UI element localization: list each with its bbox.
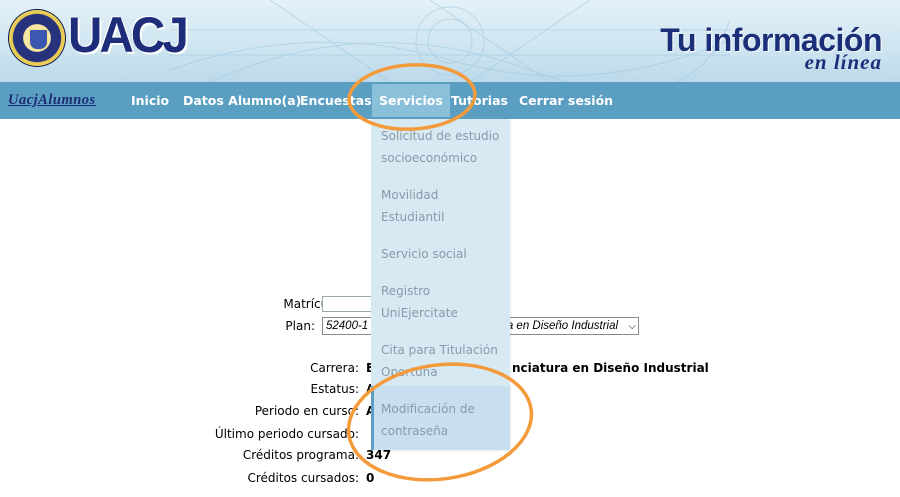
creditos-programa-label: Créditos programa: (242, 448, 359, 462)
menu-item-label: Registro (381, 284, 431, 298)
menu-item-label: Servicio social (381, 247, 467, 261)
header-tagline-sub: en línea (804, 50, 882, 74)
nav-item-cerrar-sesion[interactable]: Cerrar sesión (519, 82, 613, 119)
nav-item-encuestas[interactable]: Encuestas (300, 82, 372, 119)
menu-item-label: Cita para Titulación (381, 343, 498, 357)
university-seal-icon (9, 10, 65, 66)
estatus-label: Estatus: (310, 382, 360, 396)
plan-label: Plan: (285, 319, 315, 333)
creditos-cursados-label: Créditos cursados: (247, 471, 360, 485)
main-nav: UacjAlumnos Inicio Datos Alumno(a) Encue… (0, 82, 900, 119)
plan-select-value-tail: ra en Diseño Industrial (503, 320, 619, 332)
menu-item-cita-titulacion[interactable]: Cita para Titulación Oportuna (381, 339, 501, 383)
menu-item-servicio-social[interactable]: Servicio social (381, 243, 501, 265)
nav-item-servicios[interactable]: Servicios (372, 84, 450, 117)
menu-item-label: socioeconómico (381, 151, 478, 165)
site-header: UACJ Tu información en línea (0, 0, 900, 82)
nav-item-inicio[interactable]: Inicio (131, 82, 169, 119)
periodo-label: Periodo en curso: (254, 404, 359, 418)
plan-select-value: 52400-1 (326, 320, 369, 332)
chevron-down-icon: ⌵ (628, 321, 636, 332)
menu-item-label: Modificación de (381, 402, 475, 416)
logo-text: UACJ (68, 7, 189, 63)
creditos-cursados-value: 0 (366, 471, 375, 485)
carrera-label: Carrera: (310, 361, 359, 375)
menu-item-label: Estudiantil (381, 210, 445, 224)
servicios-dropdown: Solicitud de estudio socioeconómico Movi… (371, 119, 510, 450)
matricula-input[interactable] (322, 296, 372, 312)
menu-item-label: Solicitud de estudio (381, 129, 500, 143)
header-decoration (170, 0, 730, 82)
nav-item-tutorias[interactable]: Tutorias (451, 82, 508, 119)
creditos-programa-value: 347 (366, 448, 392, 462)
nav-item-datos-alumno[interactable]: Datos Alumno(a) (183, 82, 301, 119)
menu-item-label: Movilidad (381, 188, 439, 202)
nav-brand-link[interactable]: UacjAlumnos (8, 82, 96, 119)
menu-item-estudio-socioeconomico[interactable]: Solicitud de estudio socioeconómico (381, 125, 501, 169)
menu-item-modificacion-contrasena[interactable]: Modificación de contraseña (381, 398, 501, 442)
menu-item-registro-uniejercitate[interactable]: Registro UniEjercitate (381, 280, 501, 324)
menu-item-label: contraseña (381, 424, 449, 438)
menu-item-label: Oportuna (381, 365, 438, 379)
menu-item-label: UniEjercitate (381, 306, 458, 320)
ultimo-periodo-label: Último periodo cursado: (214, 427, 359, 441)
carrera-value-tail: nciatura en Diseño Industrial (512, 361, 709, 375)
menu-item-movilidad[interactable]: Movilidad Estudiantil (381, 184, 501, 228)
